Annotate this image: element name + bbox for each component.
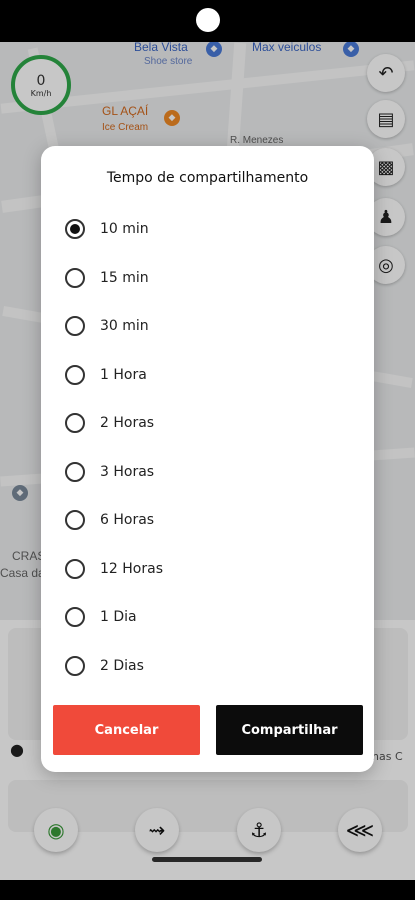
duration-option[interactable]: 2 Dias — [65, 651, 345, 681]
radio-unselected-icon[interactable] — [65, 558, 85, 579]
share-duration-dialog: Tempo de compartilhamento 10 min 15 min 30… — [41, 146, 374, 772]
duration-option-label: 3 Horas — [100, 463, 155, 480]
duration-option[interactable]: 15 min — [65, 263, 345, 293]
radio-selected-icon[interactable] — [65, 219, 85, 239]
radio-unselected-icon[interactable] — [65, 267, 85, 288]
duration-option-label: 1 Dia — [100, 609, 137, 625]
duration-option[interactable]: 6 Horas — [65, 505, 345, 535]
radio-unselected-icon[interactable] — [65, 364, 85, 385]
front-camera — [196, 8, 220, 32]
duration-option-label: 1 Hora — [100, 366, 147, 383]
dialog-title: Tempo de compartilhamento — [106, 170, 309, 186]
duration-option-label: 10 min — [100, 221, 149, 237]
system-nav-bar — [0, 880, 415, 900]
radio-unselected-icon[interactable] — [65, 510, 85, 530]
duration-option[interactable]: 30 min — [65, 311, 345, 341]
duration-option[interactable]: 3 Horas — [65, 457, 345, 487]
duration-option-label: 30 min — [100, 318, 149, 334]
share-confirm-button[interactable]: Compartilhar — [216, 705, 363, 755]
duration-option[interactable]: 10 min — [65, 214, 345, 244]
duration-option[interactable]: 1 Hora — [65, 360, 345, 390]
duration-option[interactable]: 12 Horas — [65, 554, 345, 584]
radio-unselected-icon[interactable] — [65, 316, 85, 336]
radio-unselected-icon[interactable] — [65, 461, 85, 482]
duration-option[interactable]: 1 Dia — [65, 602, 345, 632]
duration-option-label: 6 Horas — [100, 512, 155, 528]
duration-option-label: 2 Dias — [100, 657, 144, 674]
duration-option-label: 12 Horas — [100, 560, 163, 577]
radio-unselected-icon[interactable] — [65, 655, 85, 676]
radio-unselected-icon[interactable] — [65, 413, 85, 433]
duration-option-label: 2 Horas — [100, 415, 155, 431]
radio-dot — [70, 224, 80, 234]
radio-unselected-icon[interactable] — [65, 607, 85, 627]
duration-option-label: 15 min — [100, 269, 149, 286]
cancel-button[interactable]: Cancelar — [53, 705, 200, 755]
status-bar — [0, 0, 415, 42]
duration-option[interactable]: 2 Horas — [65, 408, 345, 438]
